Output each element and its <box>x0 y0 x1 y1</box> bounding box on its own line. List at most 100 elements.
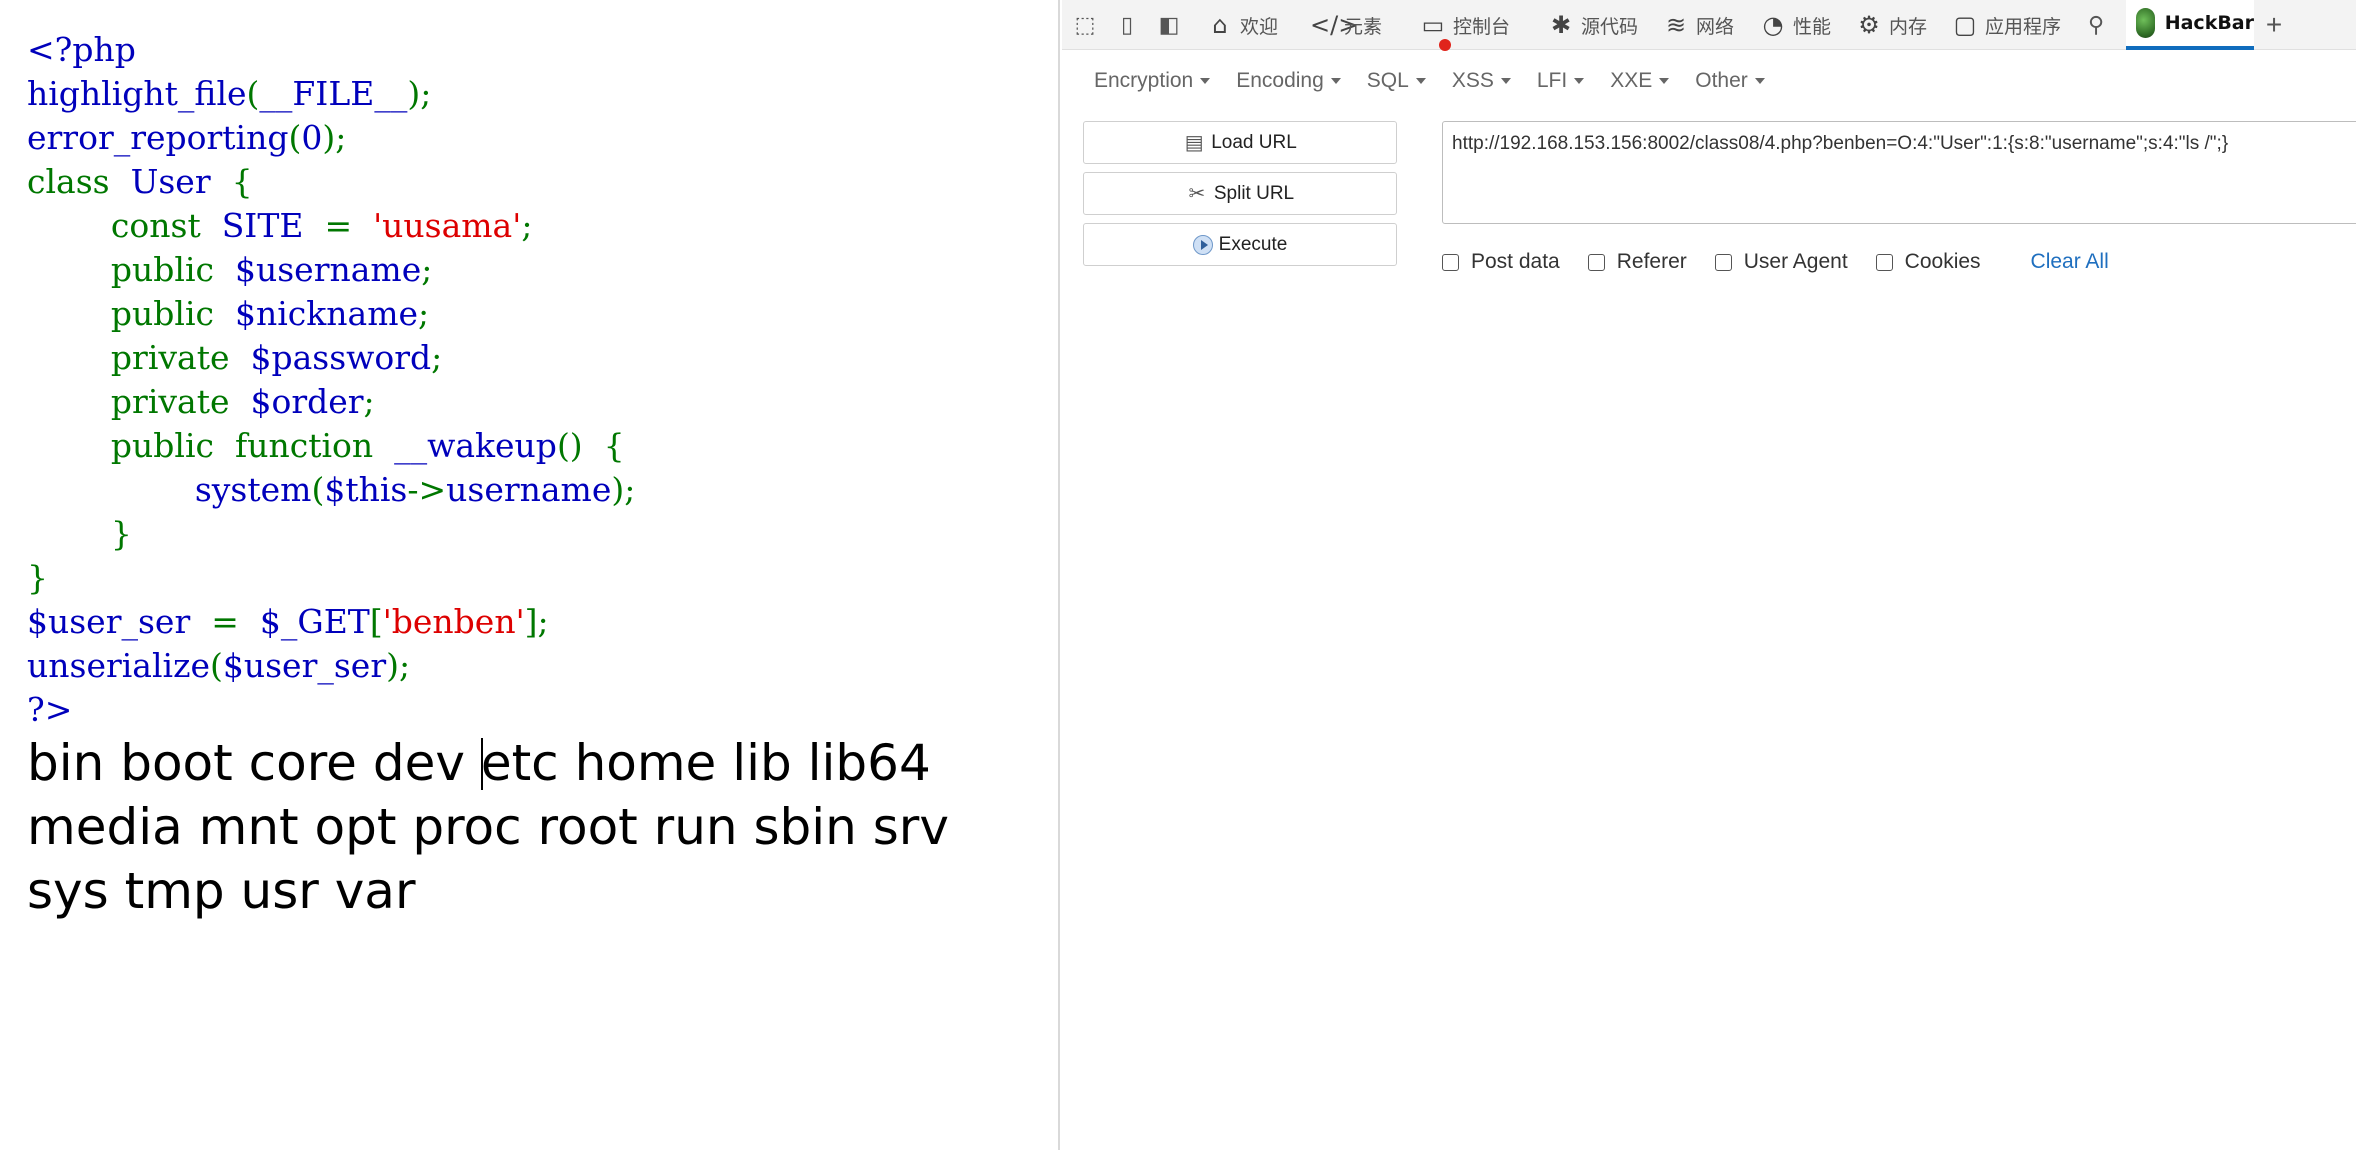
dock-sidebar-icon[interactable]: ◧ <box>1155 12 1183 38</box>
code-token: $_GET <box>259 602 370 641</box>
chevron-down-icon <box>1500 78 1511 84</box>
plus-icon[interactable]: + <box>2260 11 2288 39</box>
post-data-checkbox[interactable] <box>1442 253 1459 271</box>
tab-performance-label: 性能 <box>1793 15 1832 38</box>
chevron-down-icon <box>1330 78 1341 84</box>
menu-encoding[interactable]: Encoding <box>1226 61 1351 101</box>
tab-application[interactable]: ▢ 应用程序 <box>1951 0 2061 50</box>
code-token: ; <box>363 382 375 421</box>
menu-other-label: Other <box>1695 69 1748 92</box>
code-token: 0 <box>301 118 323 157</box>
code-token: class <box>27 162 131 201</box>
menu-other[interactable]: Other <box>1685 61 1775 101</box>
code-line: private $password; <box>27 336 635 380</box>
referer-option[interactable]: Referer <box>1587 250 1687 274</box>
menu-lfi-label: LFI <box>1536 69 1568 92</box>
code-token: error_reporting <box>27 118 289 157</box>
load-url-button[interactable]: ▤ Load URL <box>1083 121 1397 164</box>
code-token: __FILE__ <box>259 74 408 113</box>
user-agent-label: User Agent <box>1743 250 1848 273</box>
menu-sql[interactable]: SQL <box>1357 61 1436 101</box>
code-token: $nickname <box>235 294 419 333</box>
menu-encoding-label: Encoding <box>1236 69 1324 92</box>
cookies-label: Cookies <box>1904 250 1981 273</box>
menu-encryption-label: Encryption <box>1094 69 1194 92</box>
code-token: private <box>27 338 251 377</box>
url-input[interactable]: http://192.168.153.156:8002/class08/4.ph… <box>1442 121 2356 224</box>
code-token: $username <box>235 250 422 289</box>
code-token: User <box>130 162 232 201</box>
code-line: public $nickname; <box>27 292 635 336</box>
plug-icon[interactable]: ⚲ <box>2082 12 2110 38</box>
error-badge <box>1439 39 1451 51</box>
hackbar-panel: Encryption Encoding SQL XSS LFI XXE Othe… <box>1062 51 2356 1150</box>
code-line: public $username; <box>27 248 635 292</box>
execute-button[interactable]: Execute <box>1083 223 1397 266</box>
code-token: $this <box>324 470 408 509</box>
code-token: unserialize <box>27 646 210 685</box>
code-line: <?php <box>27 28 635 72</box>
request-options: Post data Referer User Agent Cookies Cle… <box>1442 247 2109 277</box>
code-line: unserialize($user_ser); <box>27 644 635 688</box>
tab-console[interactable]: ▭ 控制台 <box>1419 0 1510 51</box>
referer-checkbox[interactable] <box>1587 253 1605 271</box>
post-data-option[interactable]: Post data <box>1442 250 1560 274</box>
cookies-option[interactable]: Cookies <box>1875 250 1981 274</box>
chevron-down-icon <box>1659 78 1670 84</box>
code-token: } <box>27 558 48 597</box>
code-line: system($this->username); <box>27 468 636 512</box>
code-token: $user_ser <box>222 646 387 685</box>
tab-elements[interactable]: </> 元素 <box>1310 0 1382 50</box>
user-agent-checkbox[interactable] <box>1714 253 1732 271</box>
tab-welcome-label: 欢迎 <box>1240 15 1279 38</box>
device-emulation-icon[interactable]: ▯ <box>1113 12 1141 38</box>
menu-encryption[interactable]: Encryption <box>1084 61 1220 101</box>
code-token: ); <box>386 646 411 685</box>
tab-welcome[interactable]: ⌂ 欢迎 <box>1206 0 1278 50</box>
code-token: = <box>211 602 260 641</box>
gauge-icon: ◔ <box>1762 11 1784 39</box>
clear-all-link[interactable]: Clear All <box>2031 250 2109 274</box>
code-line: public function __wakeup() { <box>27 424 635 468</box>
load-url-icon: ▤ <box>1184 132 1204 154</box>
code-token: 'uusama' <box>373 206 522 245</box>
code-token: ; <box>431 338 443 377</box>
tab-network-label: 网络 <box>1696 15 1735 38</box>
tab-performance[interactable]: ◔ 性能 <box>1759 0 1832 50</box>
devtools-panel: ⬚ ▯ ◧ ⌂ 欢迎 </> 元素 ▭ 控制台 ✱ 源代码 ≋ 网络 ◔ 性能 … <box>1062 0 2356 1150</box>
code-token: { <box>231 162 253 201</box>
code-token: SITE <box>221 206 325 245</box>
code-line: private $order; <box>27 380 635 424</box>
code-line: $user_ser = $_GET['benben']; <box>27 600 635 644</box>
code-line: ?> <box>27 688 635 732</box>
devtools-toolbar: ⬚ ▯ ◧ ⌂ 欢迎 </> 元素 ▭ 控制台 ✱ 源代码 ≋ 网络 ◔ 性能 … <box>1062 0 2356 51</box>
code-token: () { <box>556 426 625 465</box>
code-token: highlight_file <box>27 74 247 113</box>
menu-xxe[interactable]: XXE <box>1600 61 1679 101</box>
tab-hackbar[interactable]: HackBar <box>2126 0 2254 50</box>
console-icon: ▭ <box>1419 11 1451 51</box>
menu-xss[interactable]: XSS <box>1442 61 1521 101</box>
inspect-icon[interactable]: ⬚ <box>1071 12 1099 38</box>
hackbar-menu: Encryption Encoding SQL XSS LFI XXE Othe… <box>1084 61 1781 101</box>
user-agent-option[interactable]: User Agent <box>1714 250 1848 274</box>
code-line: const SITE = 'uusama'; <box>27 204 635 248</box>
menu-lfi[interactable]: LFI <box>1527 61 1594 101</box>
menu-xxe-label: XXE <box>1610 69 1653 92</box>
code-token: 'benben' <box>382 602 525 641</box>
execute-label: Execute <box>1218 233 1288 255</box>
tab-sources[interactable]: ✱ 源代码 <box>1547 0 1638 50</box>
code-token: $user_ser <box>27 602 212 641</box>
code-token: __wakeup <box>394 426 557 465</box>
code-token: public function <box>27 426 395 465</box>
window-icon: ▢ <box>1953 11 1977 39</box>
cookies-checkbox[interactable] <box>1875 253 1893 271</box>
hackbar-logo-icon <box>2136 8 2155 38</box>
code-token: system <box>194 470 312 509</box>
php-source-code: <?php highlight_file(__FILE__); error_repo… <box>27 28 635 732</box>
split-url-button[interactable]: ✂ Split URL <box>1083 172 1397 215</box>
tab-memory[interactable]: ⚙ 内存 <box>1855 0 1927 50</box>
code-token: ); <box>322 118 347 157</box>
tab-network[interactable]: ≋ 网络 <box>1662 0 1734 50</box>
